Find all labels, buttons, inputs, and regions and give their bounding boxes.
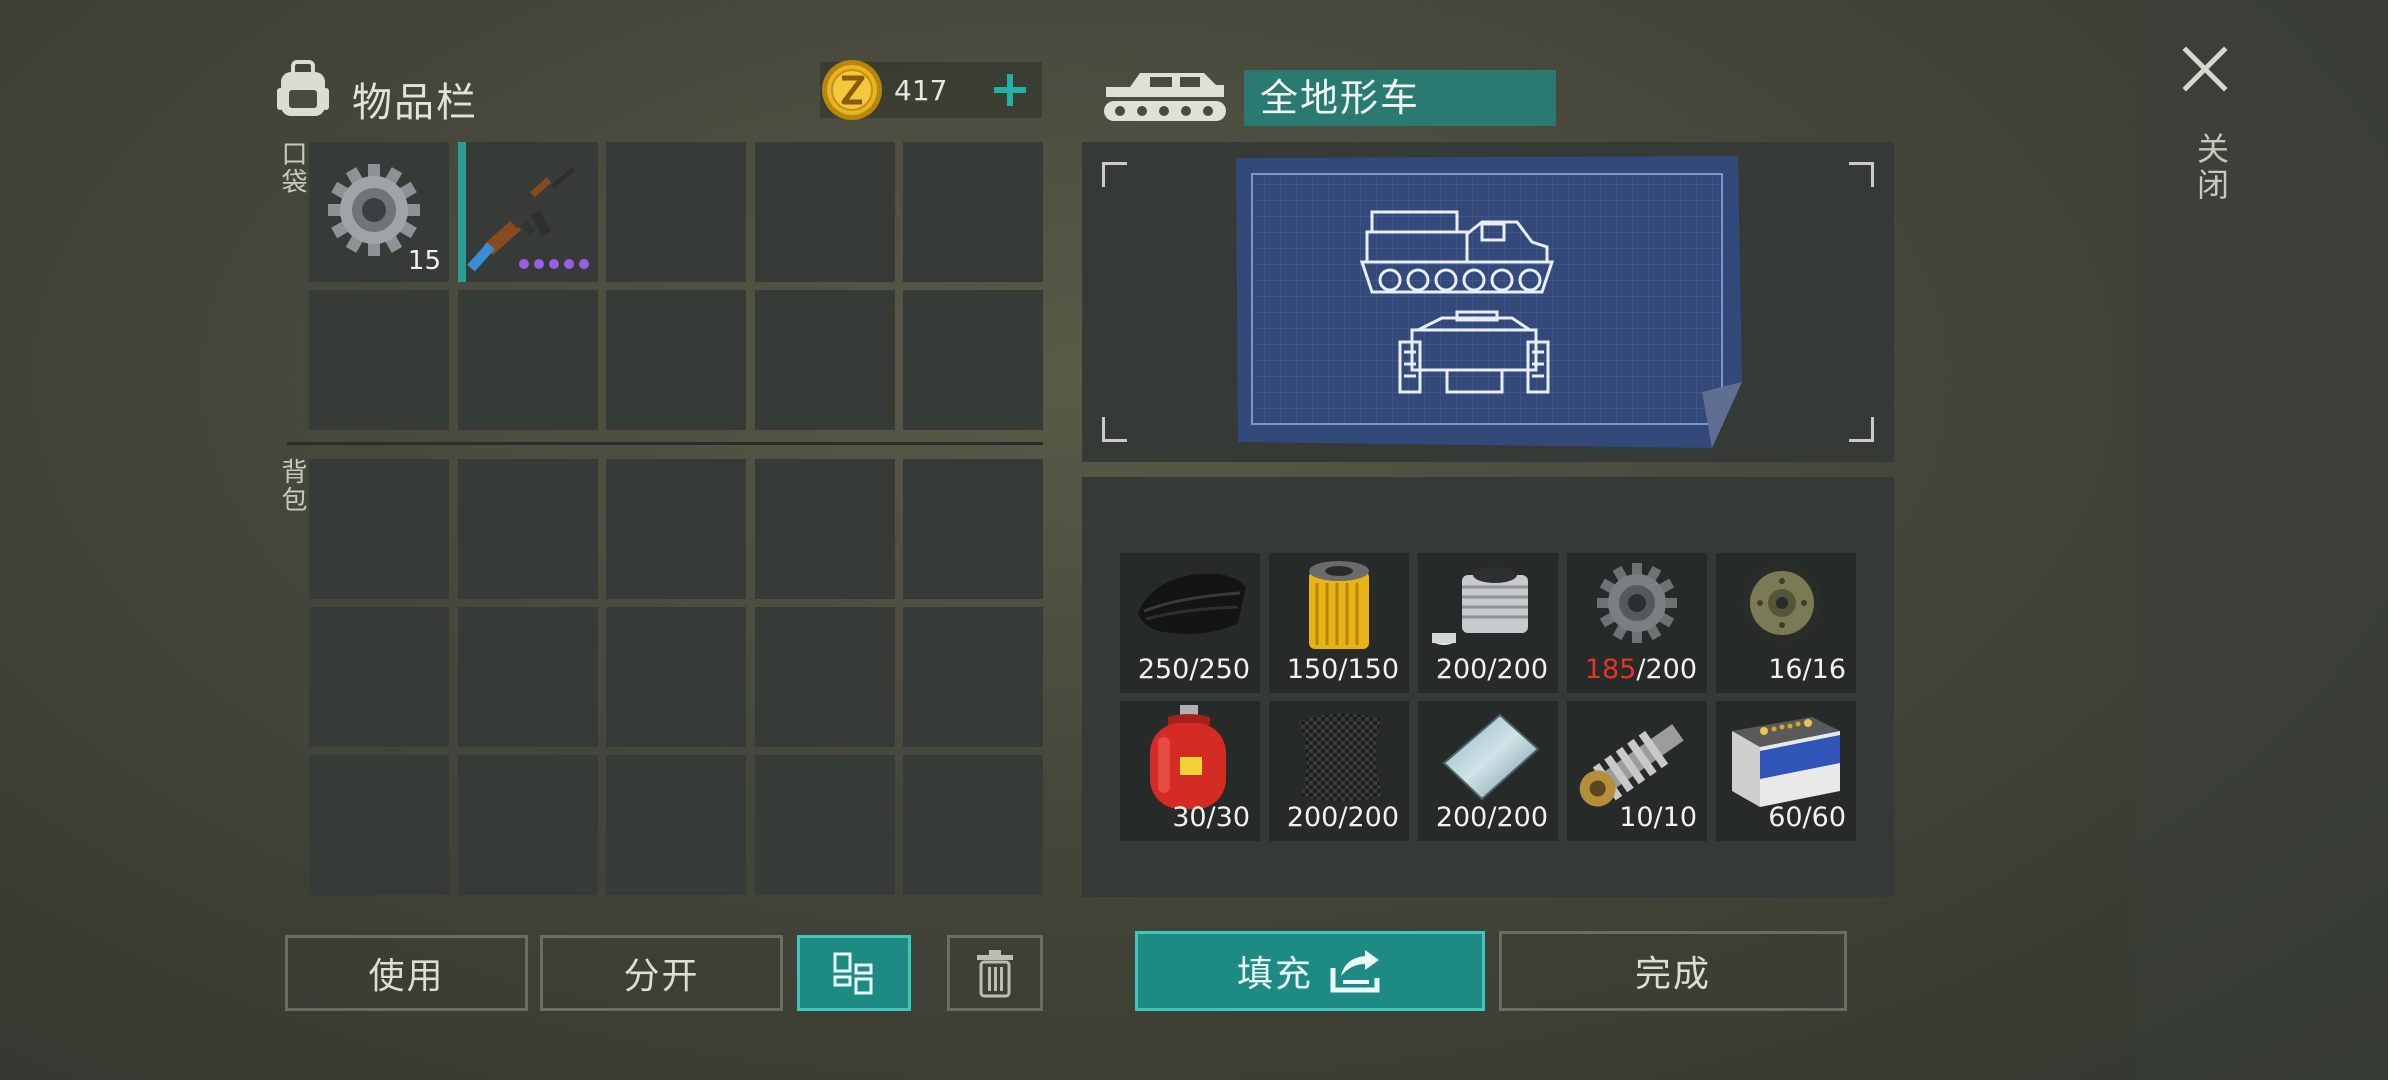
vehicle-blueprint bbox=[1236, 156, 1742, 448]
requirement-count: 250/250 bbox=[1137, 654, 1250, 685]
requirement-count: 200/200 bbox=[1286, 802, 1399, 833]
backpack-slot[interactable] bbox=[309, 755, 449, 895]
requirement-count: 200/200 bbox=[1435, 802, 1548, 833]
blueprint-panel bbox=[1082, 142, 1894, 462]
requirements-grid: 250/250 150/150 200/200 185/200 16/16 30… bbox=[1120, 553, 1856, 841]
requirement-count: 30/30 bbox=[1172, 802, 1250, 833]
frame-corner bbox=[1102, 417, 1127, 442]
frame-corner bbox=[1849, 162, 1874, 187]
gear-icon bbox=[1597, 563, 1677, 643]
fill-button[interactable]: 填充 bbox=[1135, 931, 1485, 1011]
requirement-slot[interactable]: 250/250 bbox=[1120, 553, 1260, 693]
requirements-panel: 250/250 150/150 200/200 185/200 16/16 30… bbox=[1082, 477, 1894, 897]
pocket-slot[interactable] bbox=[457, 290, 598, 430]
backpack-slot[interactable] bbox=[309, 607, 449, 747]
section-divider bbox=[287, 442, 1043, 445]
backpack-slot[interactable] bbox=[754, 459, 895, 599]
backpack-slot[interactable] bbox=[606, 755, 746, 895]
backpack-slot[interactable] bbox=[754, 607, 895, 747]
backpack-slot[interactable] bbox=[903, 755, 1043, 895]
item-count: 15 bbox=[407, 246, 441, 276]
plus-icon bbox=[994, 74, 1026, 106]
vehicle-name: 全地形车 bbox=[1244, 70, 1556, 126]
requirement-slot[interactable]: 60/60 bbox=[1716, 701, 1856, 841]
requirement-slot[interactable]: 150/150 bbox=[1269, 553, 1409, 693]
split-button[interactable]: 分开 bbox=[540, 935, 783, 1011]
carbon-sheet-icon bbox=[1299, 713, 1383, 801]
backpack-slot[interactable] bbox=[903, 459, 1043, 599]
requirement-count: 16/16 bbox=[1768, 654, 1846, 685]
pockets-label: 口袋 bbox=[277, 140, 307, 196]
requirement-count: 10/10 bbox=[1619, 802, 1697, 833]
pocket-slot[interactable] bbox=[457, 142, 598, 282]
pocket-slot[interactable] bbox=[606, 290, 746, 430]
frame-corner bbox=[1849, 417, 1874, 442]
complete-button[interactable]: 完成 bbox=[1499, 931, 1847, 1011]
backpack-slot[interactable] bbox=[309, 459, 449, 599]
pocket-slot[interactable] bbox=[754, 142, 895, 282]
requirement-slot[interactable]: 200/200 bbox=[1269, 701, 1409, 841]
requirement-slot[interactable]: 200/200 bbox=[1418, 553, 1558, 693]
requirement-slot[interactable]: 16/16 bbox=[1716, 553, 1856, 693]
backpack-slot[interactable] bbox=[457, 607, 598, 747]
requirement-slot[interactable]: 185/200 bbox=[1567, 553, 1707, 693]
fill-button-label: 填充 bbox=[1236, 954, 1313, 995]
engine-cylinder-icon bbox=[1432, 567, 1528, 645]
zcoin-icon bbox=[822, 60, 882, 120]
durability-dots bbox=[518, 259, 589, 269]
frame-corner bbox=[1102, 162, 1127, 187]
backpack-slot[interactable] bbox=[606, 459, 746, 599]
pocket-slot[interactable] bbox=[606, 142, 746, 282]
inventory-title: 物品栏 bbox=[352, 80, 478, 126]
use-button[interactable]: 使用 bbox=[285, 935, 528, 1011]
backpack-slot[interactable] bbox=[903, 607, 1043, 747]
add-currency-button[interactable] bbox=[982, 64, 1038, 116]
metal-plate-icon bbox=[1442, 713, 1540, 801]
requirement-count: 185/200 bbox=[1584, 654, 1697, 685]
atv-icon bbox=[1104, 73, 1226, 121]
delete-button[interactable] bbox=[947, 935, 1043, 1011]
trash-icon bbox=[977, 950, 1013, 998]
pocket-slot[interactable]: 15 bbox=[309, 142, 449, 282]
requirement-slot[interactable]: 200/200 bbox=[1418, 701, 1558, 841]
pocket-slot[interactable] bbox=[754, 290, 895, 430]
side-strip bbox=[2135, 0, 2388, 1080]
currency-box: 417 bbox=[820, 60, 1042, 120]
close-icon[interactable] bbox=[2180, 44, 2230, 94]
backpack-label: 背包 bbox=[277, 458, 307, 514]
backpack-icon bbox=[277, 60, 329, 116]
road-wheel-icon bbox=[1742, 563, 1822, 643]
pocket-slot[interactable] bbox=[903, 142, 1043, 282]
requirement-count: 60/60 bbox=[1768, 802, 1846, 833]
sort-grid-button[interactable] bbox=[797, 935, 911, 1011]
close-label[interactable]: 关闭 bbox=[2188, 132, 2234, 204]
backpack-slot[interactable] bbox=[606, 607, 746, 747]
pocket-slot[interactable] bbox=[903, 290, 1043, 430]
requirement-count: 150/150 bbox=[1286, 654, 1399, 685]
oil-filter-icon bbox=[1309, 561, 1369, 649]
grid-icon bbox=[833, 952, 873, 995]
backpack-grid bbox=[309, 459, 1043, 895]
pocket-slot[interactable] bbox=[309, 290, 449, 430]
backpack-slot[interactable] bbox=[457, 755, 598, 895]
fill-icon bbox=[1330, 950, 1380, 993]
requirement-slot[interactable]: 30/30 bbox=[1120, 701, 1260, 841]
backpack-slot[interactable] bbox=[754, 755, 895, 895]
requirement-count: 200/200 bbox=[1435, 654, 1548, 685]
requirement-slot[interactable]: 10/10 bbox=[1567, 701, 1707, 841]
rubber-icon bbox=[1138, 573, 1246, 634]
backpack-slot[interactable] bbox=[457, 459, 598, 599]
pockets-grid: 15 bbox=[309, 142, 1043, 430]
currency-amount: 417 bbox=[894, 74, 948, 107]
